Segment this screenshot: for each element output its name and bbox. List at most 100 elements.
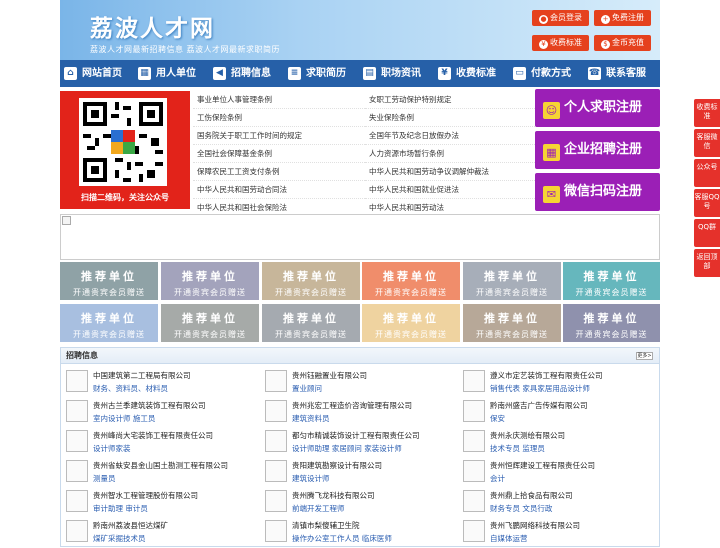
- side-official-account[interactable]: 公众号: [694, 159, 720, 187]
- company-name[interactable]: 贵州腾飞龙科技有限公司: [292, 490, 375, 501]
- nav-employers[interactable]: ▦ 用人单位: [134, 60, 209, 87]
- company-jobs[interactable]: 设计师家装: [93, 443, 131, 454]
- law-link[interactable]: 中华人民共和国劳动合同法: [193, 181, 365, 199]
- recommended-tile[interactable]: 推荐单位 开通贵宾会员赠送: [262, 304, 360, 342]
- nav-news[interactable]: ▤ 职场资讯: [359, 60, 434, 87]
- company-logo-icon[interactable]: [66, 520, 88, 542]
- company-name[interactable]: 都匀市精诚装饰设计工程有限责任公司: [292, 430, 420, 441]
- recommended-tile[interactable]: 推荐单位 开通贵宾会员赠送: [563, 262, 660, 300]
- recommended-tile[interactable]: 推荐单位 开通贵宾会员赠送: [463, 304, 561, 342]
- recharge-button[interactable]: $ 金币充值: [594, 35, 651, 51]
- company-name[interactable]: 贵州飞鹏网络科技有限公司: [490, 520, 580, 531]
- recommended-tile[interactable]: 推荐单位 开通贵宾会员赠送: [60, 304, 158, 342]
- law-link[interactable]: 中华人民共和国就业促进法: [365, 181, 537, 199]
- law-link[interactable]: 工伤保险条例: [193, 109, 365, 127]
- company-jobs[interactable]: 室内设计师 施工员: [93, 413, 155, 424]
- side-qq[interactable]: 客服QQ号: [694, 189, 720, 217]
- recommended-tile[interactable]: 推荐单位 开通贵宾会员赠送: [161, 262, 259, 300]
- company-logo-icon[interactable]: [463, 490, 485, 512]
- register-button[interactable]: + 免费注册: [594, 10, 651, 26]
- company-name[interactable]: 中国建筑第二工程局有限公司: [93, 370, 191, 381]
- law-link[interactable]: 国务院关于职工工作时间的规定: [193, 127, 365, 145]
- company-name[interactable]: 黔南州荔波县恒达煤矿: [93, 520, 168, 531]
- company-name[interactable]: 贵阳建筑勘察设计有限公司: [292, 460, 382, 471]
- company-register-button[interactable]: ▦ 企业招聘注册: [535, 131, 660, 169]
- recommended-tile[interactable]: 推荐单位 开通贵宾会员赠送: [362, 262, 460, 300]
- company-name[interactable]: 贵州兆宏工程造价咨询管理有限公司: [292, 400, 412, 411]
- company-jobs[interactable]: 会计: [490, 473, 505, 484]
- company-logo-icon[interactable]: [265, 400, 287, 422]
- wechat-register-button[interactable]: ✉ 微信扫码注册: [535, 173, 660, 211]
- nav-pricing[interactable]: ¥ 收费标准: [434, 60, 509, 87]
- law-link[interactable]: 女职工劳动保护特别规定: [365, 91, 537, 109]
- company-jobs[interactable]: 设计师助理 家居顾问 家装设计师: [292, 443, 402, 454]
- company-jobs[interactable]: 财务专员 文员行政: [490, 503, 552, 514]
- recommended-tile[interactable]: 推荐单位 开通贵宾会员赠送: [161, 304, 259, 342]
- company-logo-icon[interactable]: [66, 400, 88, 422]
- company-jobs[interactable]: 煤矿采掘技术员: [93, 533, 146, 544]
- company-logo-icon[interactable]: [463, 400, 485, 422]
- company-name[interactable]: 贵州省蚨安县金山国土勘测工程有限公司: [93, 460, 228, 471]
- site-logo[interactable]: 荔波人才网: [90, 9, 215, 43]
- company-jobs[interactable]: 前端开发工程师: [292, 503, 345, 514]
- pricing-button[interactable]: ¥ 收费标准: [532, 35, 589, 51]
- law-link[interactable]: 失业保险条例: [365, 109, 537, 127]
- law-link[interactable]: 人力资源市场暂行条例: [365, 145, 537, 163]
- more-link[interactable]: 更多>: [636, 352, 653, 360]
- side-pricing[interactable]: 收费标准: [694, 99, 720, 127]
- company-logo-icon[interactable]: [463, 370, 485, 392]
- nav-contact[interactable]: ☎ 联系客服: [584, 60, 660, 87]
- company-name[interactable]: 遵义市定艺装饰工程有限责任公司: [490, 370, 603, 381]
- company-jobs[interactable]: 保安: [490, 413, 505, 424]
- company-jobs[interactable]: 自媒体运营: [490, 533, 528, 544]
- law-link[interactable]: 全国社会保障基金条例: [193, 145, 365, 163]
- company-jobs[interactable]: 置业顾问: [292, 383, 322, 394]
- recommended-tile[interactable]: 推荐单位 开通贵宾会员赠送: [60, 262, 158, 300]
- company-name[interactable]: 贵州钰融置业有限公司: [292, 370, 367, 381]
- personal-register-button[interactable]: ☺ 个人求职注册: [535, 89, 660, 127]
- company-name[interactable]: 贵州鼎上拾食品有限公司: [490, 490, 573, 501]
- company-jobs[interactable]: 测量员: [93, 473, 116, 484]
- company-jobs[interactable]: 操作办公室工作人员 临床医师: [292, 533, 392, 544]
- company-logo-icon[interactable]: [463, 460, 485, 482]
- company-logo-icon[interactable]: [66, 370, 88, 392]
- company-logo-icon[interactable]: [265, 490, 287, 512]
- login-button[interactable]: ● 会员登录: [532, 10, 589, 26]
- company-logo-icon[interactable]: [66, 460, 88, 482]
- company-logo-icon[interactable]: [66, 430, 88, 452]
- company-jobs[interactable]: 销售代表 家具家居用品设计师: [490, 383, 590, 394]
- company-logo-icon[interactable]: [463, 430, 485, 452]
- nav-home[interactable]: ⌂ 网站首页: [60, 60, 134, 87]
- side-back-to-top[interactable]: 返回顶部: [694, 249, 720, 277]
- recommended-tile[interactable]: 推荐单位 开通贵宾会员赠送: [563, 304, 660, 342]
- company-logo-icon[interactable]: [265, 430, 287, 452]
- law-link[interactable]: 保障农民工工资支付条例: [193, 163, 365, 181]
- company-name[interactable]: 贵州恒辉建设工程有限责任公司: [490, 460, 595, 471]
- company-jobs[interactable]: 建筑设计师: [292, 473, 330, 484]
- law-link[interactable]: 事业单位人事管理条例: [193, 91, 365, 109]
- company-jobs[interactable]: 审计助理 审计员: [93, 503, 148, 514]
- side-wechat[interactable]: 客服微信: [694, 129, 720, 157]
- law-link[interactable]: 全国年节及纪念日放假办法: [365, 127, 537, 145]
- company-jobs[interactable]: 财务、资料员、材料员: [93, 383, 168, 394]
- company-logo-icon[interactable]: [265, 460, 287, 482]
- company-jobs[interactable]: 建筑资料员: [292, 413, 330, 424]
- company-name[interactable]: 贵州古兰季建筑装饰工程有限公司: [93, 400, 206, 411]
- ad-banner[interactable]: [60, 214, 660, 260]
- company-name[interactable]: 黔南州盛吉广告传媒有限公司: [490, 400, 588, 411]
- company-jobs[interactable]: 技术专员 监理员: [490, 443, 545, 454]
- recommended-tile[interactable]: 推荐单位 开通贵宾会员赠送: [463, 262, 561, 300]
- recommended-tile[interactable]: 推荐单位 开通贵宾会员赠送: [362, 304, 460, 342]
- company-name[interactable]: 贵州永庆测绘有限公司: [490, 430, 565, 441]
- company-logo-icon[interactable]: [265, 520, 287, 542]
- recommended-tile[interactable]: 推荐单位 开通贵宾会员赠送: [262, 262, 360, 300]
- company-logo-icon[interactable]: [66, 490, 88, 512]
- company-name[interactable]: 贵州峰尚大宅装饰工程有限责任公司: [93, 430, 213, 441]
- company-logo-icon[interactable]: [463, 520, 485, 542]
- company-name[interactable]: 清镇市梨傻辅卫生院: [292, 520, 360, 531]
- nav-payment[interactable]: ▭ 付款方式: [509, 60, 584, 87]
- side-qq-group[interactable]: QQ群: [694, 219, 720, 247]
- law-link[interactable]: 中华人民共和国劳动争议调解仲裁法: [365, 163, 537, 181]
- company-logo-icon[interactable]: [265, 370, 287, 392]
- nav-resumes[interactable]: ≡ 求职简历: [284, 60, 359, 87]
